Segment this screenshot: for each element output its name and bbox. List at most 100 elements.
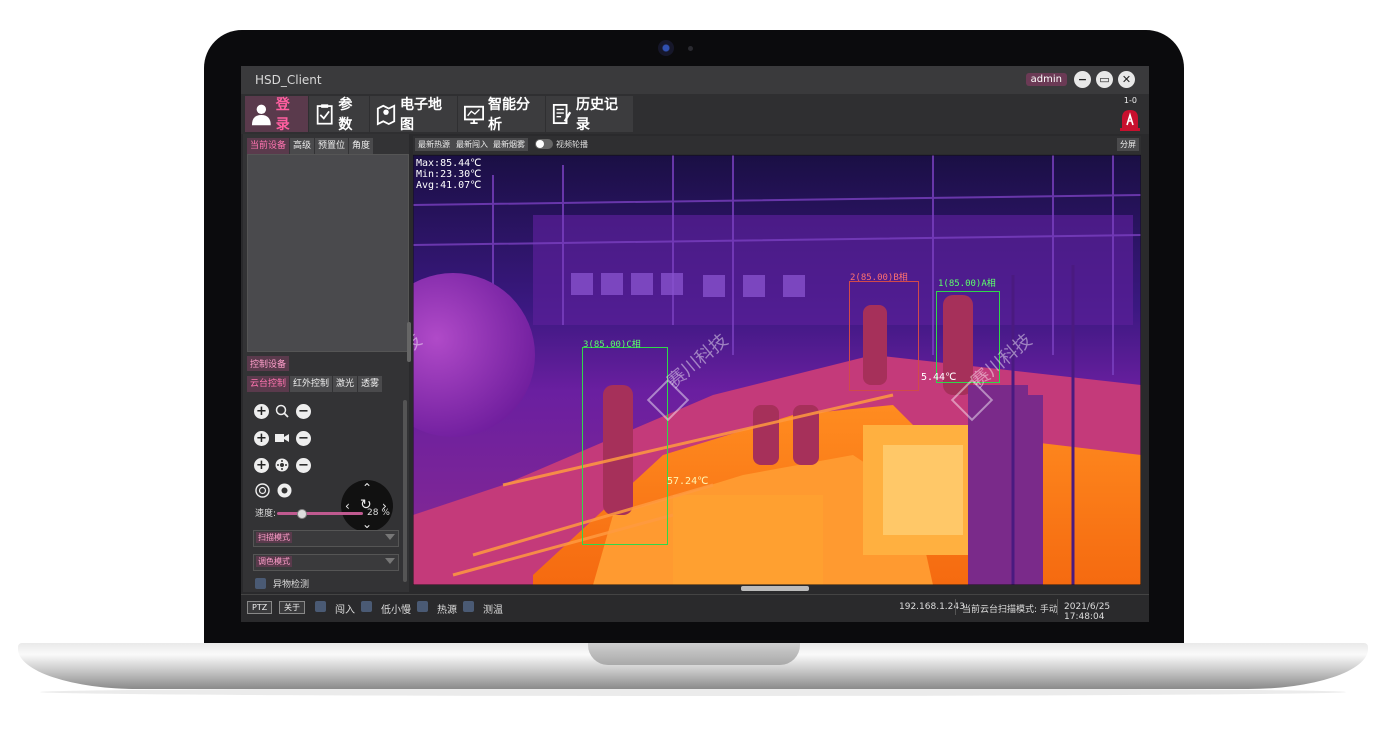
tab-advanced[interactable]: 高级 — [290, 138, 315, 154]
speed-value: 28 % — [367, 508, 390, 518]
monitor-icon — [464, 105, 485, 125]
main-toolbar: 登录 参数 电子地图 智能分析 历史记录 — [241, 94, 1149, 134]
chevron-down-icon — [385, 558, 395, 564]
focus-out-button[interactable]: − — [296, 431, 311, 446]
map-icon — [376, 104, 396, 126]
tab-defog[interactable]: 透雾 — [358, 376, 383, 392]
toolbar-login[interactable]: 登录 — [245, 96, 308, 133]
chevron-down-icon — [385, 534, 395, 540]
camera-indicator — [688, 46, 693, 51]
pan-down-arrow-icon[interactable]: ⌄ — [362, 518, 372, 530]
speed-label: 速度: — [255, 509, 277, 519]
status-bar: PTZ 关于 闯入 低小慢 热源 测温 192.168.1.243 当前云台扫描… — [241, 594, 1149, 622]
scan-mode-label: 扫描模式 — [256, 532, 292, 543]
video-toolbar: 最新热源 最新闯入 最新烟雾 视频轮播 分屏 — [413, 136, 1141, 154]
minimize-button[interactable]: − — [1074, 71, 1091, 88]
latest-heat-button[interactable]: 最新热源 — [415, 138, 453, 151]
device-list[interactable] — [247, 154, 409, 352]
thermal-video-feed[interactable]: Max:85.44℃ Min:23.30℃ Avg:41.07℃ 3(85.00… — [413, 155, 1141, 585]
iris-close-button[interactable]: − — [296, 458, 311, 473]
left-panel: 当前设备 高级 预置位 角度 控制设备 云台控制 红外控制 激光 透雾 + − … — [243, 134, 409, 592]
toolbar-params-label: 参数 — [338, 97, 353, 133]
clipboard-check-icon — [316, 104, 333, 125]
alarm-counter: 1-0 — [1123, 96, 1137, 105]
temperature-label: 测温 — [483, 605, 503, 616]
user-icon — [251, 104, 271, 126]
heat-source-label: 热源 — [437, 605, 457, 616]
ptz-button[interactable]: PTZ — [247, 601, 273, 614]
app-window: HSD_Client admin − ▭ ✕ 登录 参数 电子地图 智能分析 历… — [241, 66, 1149, 622]
app-title: HSD_Client — [255, 73, 322, 87]
pan-up-arrow-icon[interactable]: ⌃ — [362, 482, 372, 494]
split-screen-button[interactable]: 分屏 — [1117, 138, 1139, 151]
tab-preset[interactable]: 预置位 — [315, 138, 349, 154]
min-temp-readout: Min:23.30℃ — [416, 169, 482, 180]
speed-slider[interactable] — [277, 509, 363, 519]
tab-infrared-control[interactable]: 红外控制 — [290, 376, 333, 392]
target-icon[interactable] — [255, 483, 270, 498]
color-mode-label: 调色模式 — [256, 556, 292, 567]
detection-label-a: 1(85.00)A相 — [938, 279, 996, 289]
about-button[interactable]: 关于 — [279, 601, 305, 614]
document-edit-icon — [552, 103, 572, 125]
status-divider — [1057, 599, 1058, 615]
device-tabs: 当前设备 高级 预置位 角度 — [247, 138, 374, 154]
temperature-checkbox[interactable] — [463, 601, 474, 612]
toolbar-analysis[interactable]: 智能分析 — [458, 96, 545, 133]
tab-laser[interactable]: 激光 — [333, 376, 358, 392]
control-device-label: 控制设备 — [247, 356, 290, 371]
search-icon — [275, 404, 289, 418]
latest-intrusion-button[interactable]: 最新闯入 — [453, 138, 491, 151]
detection-label-b: 2(85.00)B相 — [850, 273, 908, 283]
datetime: 2021/6/25 17:48:04 — [1064, 602, 1111, 622]
detection-box-b[interactable] — [849, 281, 919, 391]
video-horizontal-scrollbar[interactable] — [741, 586, 809, 591]
user-badge[interactable]: admin — [1025, 73, 1067, 86]
avg-temp-readout: Avg:41.07℃ — [416, 180, 482, 191]
intrusion-checkbox[interactable] — [315, 601, 326, 612]
thermal-image — [413, 155, 1141, 585]
speed-slider-thumb[interactable] — [297, 509, 308, 519]
pan-left-arrow-icon[interactable]: ‹ — [345, 500, 350, 512]
laptop-notch — [588, 643, 800, 665]
tab-angle[interactable]: 角度 — [349, 138, 374, 154]
tab-current-device[interactable]: 当前设备 — [247, 138, 290, 154]
ptz-direction-pad[interactable]: ⌃ ⌄ ‹ › ↻ — [341, 480, 393, 532]
zoom-out-button[interactable]: − — [296, 404, 311, 419]
low-slow-small-checkbox[interactable] — [361, 601, 372, 612]
heat-source-checkbox[interactable] — [417, 601, 428, 612]
aperture-icon — [275, 458, 289, 472]
scan-mode-select[interactable]: 扫描模式 — [253, 530, 399, 547]
ptz-scan-mode-status: 当前云台扫描模式: 手动 — [962, 605, 1058, 615]
color-mode-select[interactable]: 调色模式 — [253, 554, 399, 571]
foreign-detect-checkbox[interactable] — [255, 578, 266, 589]
status-divider — [955, 599, 956, 615]
toolbar-history-label: 历史记录 — [576, 97, 619, 133]
toolbar-params[interactable]: 参数 — [309, 96, 369, 133]
iris-open-button[interactable]: + — [254, 458, 269, 473]
tab-ptz-control[interactable]: 云台控制 — [247, 376, 290, 392]
toolbar-map-label: 电子地图 — [400, 97, 443, 133]
restore-button[interactable]: ▭ — [1096, 71, 1113, 88]
spot-temp-label: 5.44℃ — [921, 372, 957, 383]
zoom-in-button[interactable]: + — [254, 404, 269, 419]
settings-icon[interactable] — [277, 483, 292, 498]
control-scrollbar[interactable] — [403, 400, 407, 582]
webcam-icon — [658, 40, 674, 56]
toolbar-analysis-label: 智能分析 — [488, 97, 531, 133]
intrusion-label: 闯入 — [335, 605, 355, 616]
panel-splitter[interactable] — [407, 322, 411, 362]
latest-smoke-button[interactable]: 最新烟雾 — [490, 138, 528, 151]
focus-in-button[interactable]: + — [254, 431, 269, 446]
close-button[interactable]: ✕ — [1118, 71, 1135, 88]
foreign-detect-label: 异物检测 — [273, 580, 310, 590]
toolbar-map[interactable]: 电子地图 — [370, 96, 457, 133]
video-loop-toggle[interactable] — [535, 139, 553, 149]
camera-icon — [275, 434, 289, 442]
toolbar-history[interactable]: 历史记录 — [546, 96, 633, 133]
toolbar-login-label: 登录 — [275, 97, 290, 133]
video-loop-label: 视频轮播 — [556, 140, 588, 149]
title-bar: HSD_Client admin − ▭ ✕ — [241, 66, 1149, 94]
alarm-bell-icon[interactable] — [1117, 106, 1143, 132]
detection-box-c[interactable] — [582, 347, 668, 545]
